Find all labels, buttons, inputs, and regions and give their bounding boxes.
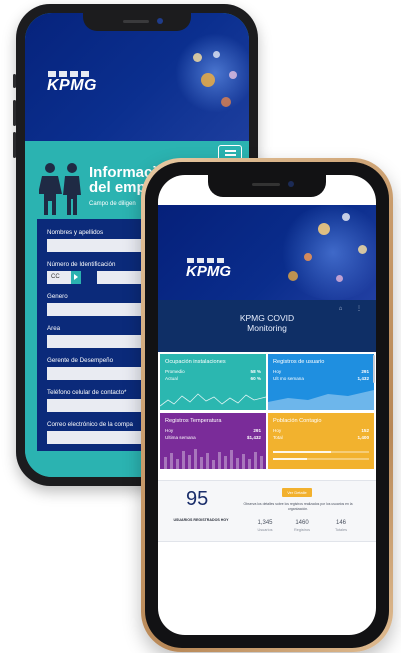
field-label-gender: Genero [47, 293, 68, 300]
field-label-manager: Gerente de Desempeño [47, 357, 114, 364]
contagion-progress-bars [273, 451, 369, 460]
front-phone: KPMG ⌂ ⋮ KPMG COVID Monitoring Ocupación… [141, 158, 393, 652]
card-row: Hoy 291 [165, 428, 261, 433]
view-detail-button[interactable]: Ver Detalle [282, 488, 312, 497]
speaker [252, 183, 280, 186]
front-phone-bezel: KPMG ⌂ ⋮ KPMG COVID Monitoring Ocupación… [145, 162, 389, 648]
mini-stat-value: 1460 [295, 520, 309, 526]
mini-stat-label: Totales [334, 528, 348, 532]
dropdown-arrow-icon [71, 271, 81, 284]
field-label-name: Nombres y apellidos [47, 229, 104, 236]
card-title: Población Contagio [273, 418, 322, 424]
dashboard-hero: KPMG [158, 205, 376, 300]
front-camera [157, 18, 163, 24]
scrollbar[interactable] [373, 355, 375, 383]
form-subtitle: Campo de diligen [89, 201, 136, 207]
dashboard-title: KPMG COVID Monitoring [158, 313, 376, 333]
volume-up-button [13, 100, 16, 126]
id-type-select[interactable]: CC [47, 271, 81, 284]
card-row: Actual 60 % [165, 376, 261, 381]
temperature-bar-chart [164, 449, 263, 469]
header-icons[interactable]: ⌂ ⋮ [339, 305, 368, 312]
kpmg-logo: KPMG [47, 71, 97, 94]
occupancy-sparkline [160, 393, 266, 407]
registered-users-caption: USUARIOS REGISTRADOS HOY [173, 518, 229, 522]
front-camera [288, 181, 294, 187]
stats-description: Observa los detalles sobre los registros… [243, 502, 353, 511]
registrations-area-chart [268, 390, 374, 410]
card-row: Hoy 291 [273, 369, 369, 374]
mini-stat-label: Registros [293, 528, 311, 532]
dashboard-title-line1: KPMG COVID [239, 313, 295, 323]
card-temperature[interactable]: Registros Temperatura Hoy 291 Ultima sema… [160, 413, 266, 469]
id-type-value: CC [51, 274, 60, 280]
registered-users-count: 95 [186, 488, 209, 510]
mini-stat-value: 1,345 [257, 520, 273, 526]
speaker [123, 20, 149, 23]
card-row: Hoy 152 [273, 428, 369, 433]
back-phone-notch [83, 13, 191, 31]
mockup-stage: KPMG Informació del emp Campo de diligen [0, 0, 401, 653]
mute-switch [13, 74, 16, 88]
hero-banner: KPMG [25, 13, 249, 141]
people-icon [39, 163, 81, 215]
card-occupancy[interactable]: Ocupación instalaciones Promedio 58 % Act… [160, 354, 266, 410]
card-row: Promedio 58 % [165, 369, 261, 374]
field-label-id: Número de Identificación [47, 261, 116, 268]
field-label-phone: Teléfono celular de contacto* [47, 389, 127, 396]
mini-stat-label: Usuarios [257, 528, 273, 532]
card-title: Ocupación instalaciones [165, 359, 226, 365]
field-label-area: Area [47, 325, 61, 332]
card-user-registrations[interactable]: Registros de usuario Hoy 291 Ult mo seman… [268, 354, 374, 410]
card-title: Registros Temperatura [165, 418, 222, 424]
field-label-email: Correo electrónico de la compa [47, 421, 133, 428]
front-phone-screen: KPMG ⌂ ⋮ KPMG COVID Monitoring Ocupación… [158, 175, 376, 635]
card-row: Ultima semana $1,432 [165, 435, 261, 440]
card-contagion[interactable]: Población Contagio Hoy 152 Total 1,400 [268, 413, 374, 469]
card-row: Total 1,400 [273, 435, 369, 440]
front-phone-notch [208, 175, 326, 197]
kpmg-logo: KPMG [186, 258, 231, 280]
card-title: Registros de usuario [273, 359, 325, 365]
card-row: Ult mo semana 1,432 [273, 376, 369, 381]
volume-down-button [13, 132, 16, 158]
mini-stat-value: 146 [335, 520, 346, 526]
dashboard-title-line2: Monitoring [247, 323, 287, 333]
